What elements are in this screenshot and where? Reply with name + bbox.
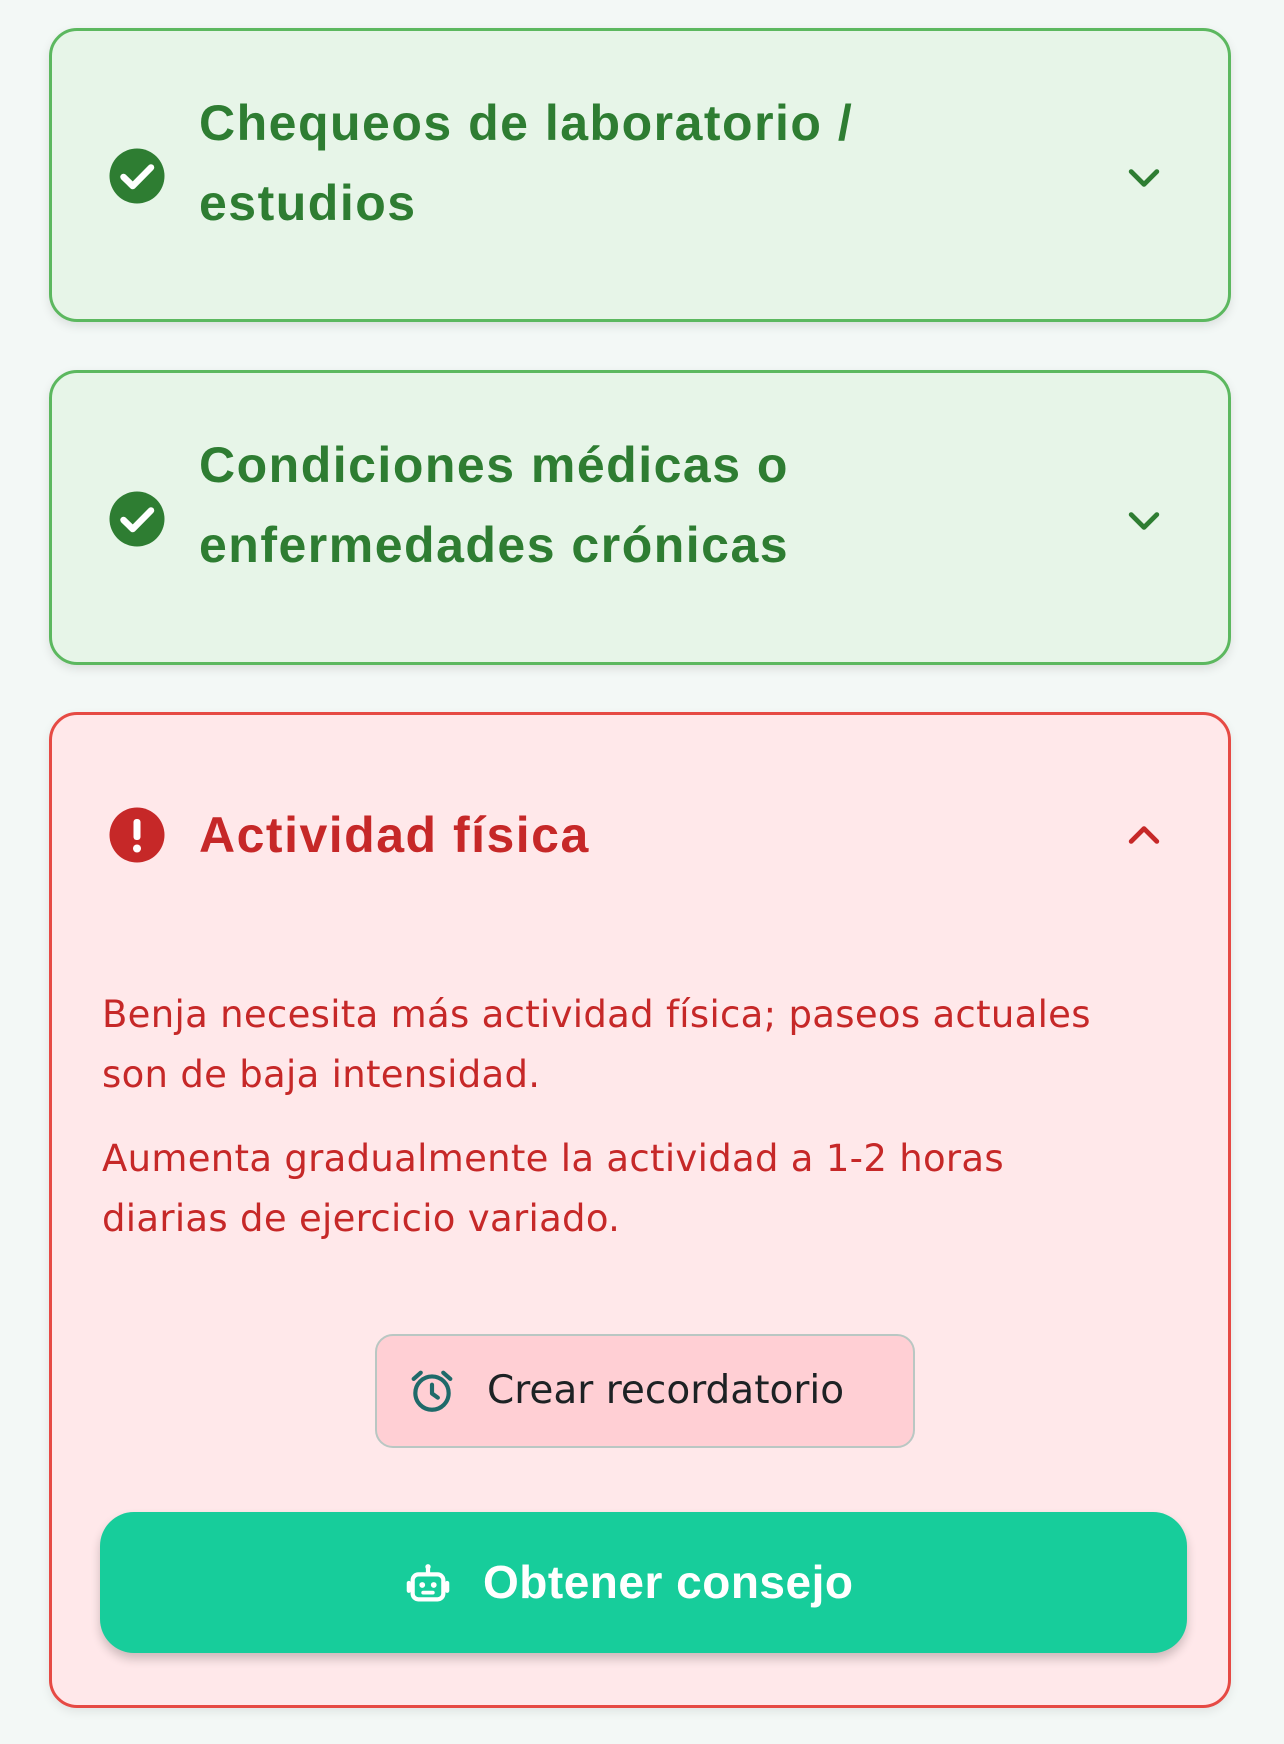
chevron-down-icon[interactable]	[1122, 156, 1166, 200]
create-reminder-label: Crear recordatorio	[487, 1368, 845, 1413]
get-advice-label: Obtener consejo	[483, 1556, 854, 1608]
section-title: Actividad física	[199, 807, 590, 863]
finding-text: Benja necesita más actividad física; pas…	[102, 993, 1091, 1096]
alarm-clock-icon	[411, 1370, 453, 1412]
get-advice-button[interactable]: Obtener consejo	[100, 1512, 1187, 1653]
section-card-lab-checks[interactable]: Chequeos de laboratorio / estudios	[49, 28, 1231, 322]
section-card-medical-conditions[interactable]: Condiciones médicas o enfermedades cróni…	[49, 370, 1231, 665]
chevron-down-icon[interactable]	[1122, 499, 1166, 543]
robot-icon	[406, 1564, 450, 1602]
check-circle-icon	[109, 491, 165, 547]
recommendation-text: Aumenta gradualmente la actividad a 1-2 …	[102, 1137, 1004, 1240]
section-card-physical-activity: Actividad física Benja necesita más acti…	[49, 712, 1231, 1708]
create-reminder-button[interactable]: Crear recordatorio	[375, 1334, 915, 1448]
section-title: Chequeos de laboratorio / estudios	[199, 95, 854, 231]
section-header[interactable]: Actividad física	[52, 775, 1228, 895]
chevron-up-icon[interactable]	[1122, 813, 1166, 857]
section-title: Condiciones médicas o enfermedades cróni…	[199, 437, 790, 573]
check-circle-icon	[109, 148, 165, 204]
alert-circle-icon	[109, 807, 165, 863]
